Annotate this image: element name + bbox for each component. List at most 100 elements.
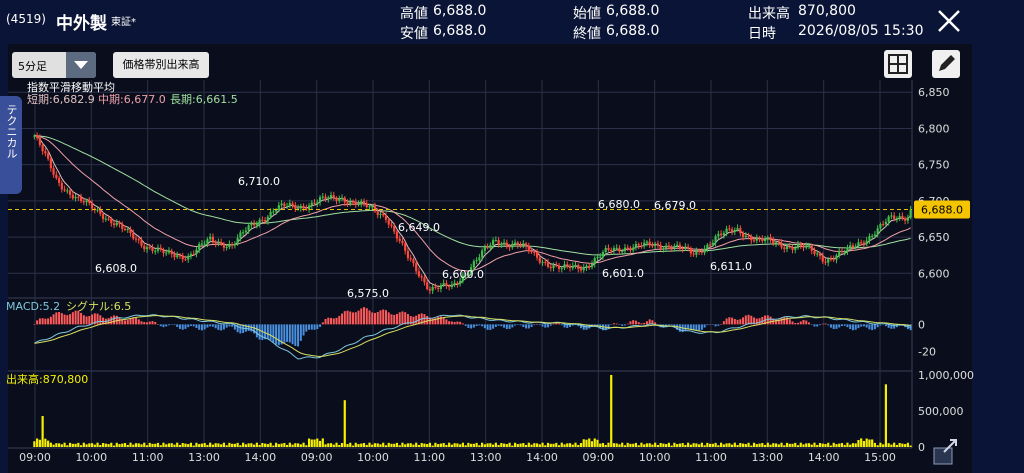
volume-bar bbox=[783, 445, 786, 447]
macd-histogram-bar bbox=[52, 314, 55, 325]
price-annotation: 6,608.0 bbox=[95, 262, 137, 275]
volume-bar bbox=[165, 444, 168, 447]
candle-body bbox=[321, 196, 324, 198]
candle-body bbox=[502, 242, 506, 244]
candle-body bbox=[283, 203, 286, 207]
volume-bar bbox=[431, 445, 434, 447]
candle-body bbox=[170, 250, 173, 255]
candle-body bbox=[417, 271, 421, 277]
macd-histogram-bar bbox=[478, 324, 481, 326]
volume-bar bbox=[904, 444, 907, 447]
candle-body bbox=[77, 196, 80, 198]
volume-bar bbox=[63, 442, 66, 447]
candle-body bbox=[242, 232, 245, 234]
volume-bar bbox=[519, 443, 522, 447]
candle-body bbox=[840, 251, 844, 253]
macd-histogram-bar bbox=[481, 324, 484, 327]
macd-histogram-bar bbox=[714, 324, 717, 327]
macd-histogram-bar bbox=[129, 318, 132, 325]
macd-histogram-bar bbox=[645, 321, 648, 325]
timeframe-select[interactable]: 5分足 bbox=[12, 52, 96, 78]
candle-body bbox=[47, 153, 50, 159]
macd-histogram-bar bbox=[266, 324, 269, 339]
candle-body bbox=[316, 202, 319, 204]
candle-body bbox=[890, 215, 893, 217]
candle-body bbox=[711, 242, 714, 245]
current-price-label: 6,688.0 bbox=[921, 204, 963, 217]
macd-histogram-bar bbox=[791, 321, 794, 325]
x-tick-label: 14:00 bbox=[808, 451, 840, 464]
candle-body bbox=[178, 255, 182, 257]
x-tick-label: 15:00 bbox=[864, 451, 896, 464]
ma-legend-item: 短期:6,682.9 bbox=[27, 92, 95, 106]
candle-body bbox=[656, 243, 660, 246]
volume-bar bbox=[332, 444, 335, 447]
volume-bar bbox=[829, 445, 833, 447]
macd-histogram-bar bbox=[824, 323, 827, 325]
candle-body bbox=[453, 282, 456, 285]
macd-histogram-bar bbox=[873, 324, 876, 330]
volume-bars bbox=[33, 375, 912, 447]
volume-bar bbox=[684, 444, 687, 447]
macd-histogram-bar bbox=[522, 324, 525, 328]
x-tick-label: 11:00 bbox=[695, 451, 727, 464]
candle-body bbox=[200, 243, 204, 245]
technical-tab[interactable]: テクニカル bbox=[0, 96, 22, 194]
macd-histogram-bar bbox=[349, 311, 352, 325]
macd-histogram-bar bbox=[832, 324, 835, 330]
volume-bar bbox=[233, 443, 236, 447]
candle-body bbox=[821, 255, 824, 262]
candle-body bbox=[849, 245, 852, 248]
macd-histogram-bar bbox=[492, 324, 495, 329]
price-volume-button[interactable]: 価格帯別出来高 bbox=[113, 52, 209, 78]
candle-body bbox=[774, 242, 778, 244]
volume-bar bbox=[47, 440, 50, 447]
candle-body bbox=[288, 203, 291, 206]
candle-body bbox=[351, 201, 355, 203]
grid bbox=[8, 80, 913, 449]
volume-bar bbox=[217, 443, 220, 447]
candle-body bbox=[222, 243, 226, 248]
macd-histogram-bar bbox=[222, 324, 225, 330]
volume-bar bbox=[99, 444, 102, 447]
candle-body bbox=[895, 218, 898, 220]
macd-histogram-bar bbox=[450, 321, 453, 325]
candle-body bbox=[41, 144, 44, 152]
candle-body bbox=[412, 259, 415, 264]
candle-body bbox=[420, 276, 423, 278]
volume-bar bbox=[832, 442, 835, 447]
macd-histogram-bar bbox=[780, 318, 783, 325]
macd-histogram-bar bbox=[41, 318, 44, 325]
macd-histogram-bar bbox=[272, 324, 275, 343]
candle-body bbox=[49, 158, 52, 169]
macd-histogram-bar bbox=[203, 324, 206, 330]
candle-body bbox=[541, 261, 544, 263]
candle-body bbox=[266, 216, 269, 222]
volume-bar bbox=[618, 444, 621, 447]
candle-body bbox=[607, 247, 610, 251]
macd-histogram-bar bbox=[549, 324, 552, 326]
volume-bar bbox=[709, 443, 712, 447]
candle-body bbox=[492, 240, 495, 246]
candle-body bbox=[329, 195, 333, 198]
volume-bar bbox=[362, 443, 366, 447]
candle-body bbox=[459, 280, 462, 285]
volume-bar bbox=[640, 442, 643, 447]
volume-bar bbox=[593, 438, 596, 447]
volume-bar bbox=[335, 442, 338, 447]
volume-bar bbox=[623, 445, 627, 447]
draw-button[interactable] bbox=[932, 50, 960, 78]
short-ma-line bbox=[34, 135, 911, 288]
candle-body bbox=[884, 221, 888, 225]
volume-bar bbox=[393, 443, 396, 447]
candle-body bbox=[79, 197, 83, 202]
volume-bar bbox=[36, 438, 39, 447]
macd-histogram-bar bbox=[818, 324, 821, 326]
macd-histogram-bar bbox=[667, 324, 670, 326]
macd-histogram-bar bbox=[544, 324, 547, 328]
grid-layout-button[interactable] bbox=[884, 50, 912, 78]
volume-bar bbox=[33, 441, 36, 447]
volume-bar bbox=[310, 439, 313, 447]
expand-icon[interactable] bbox=[930, 436, 962, 468]
macd-histogram-bar bbox=[384, 310, 387, 325]
